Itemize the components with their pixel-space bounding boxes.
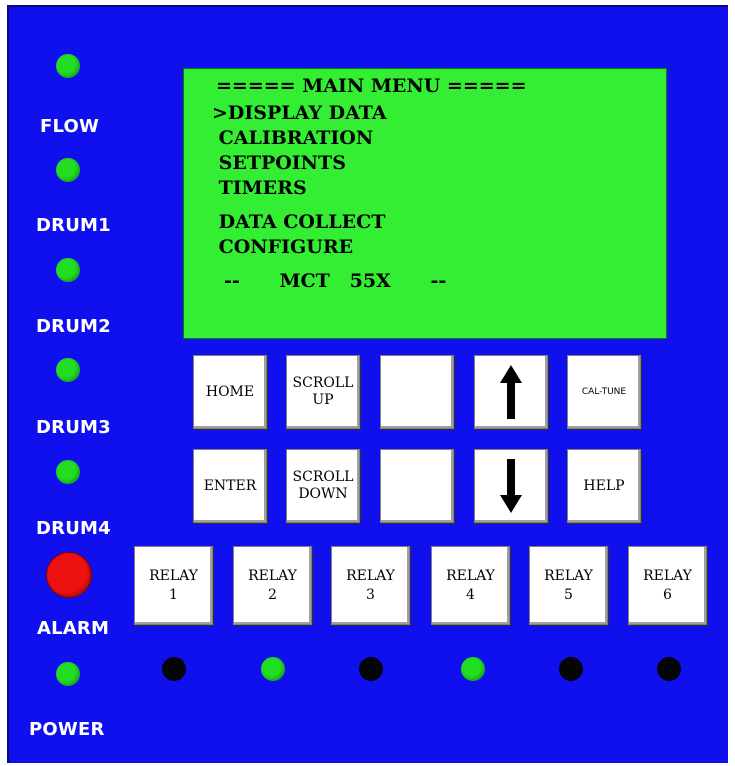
drum3-label: DRUM3 <box>36 417 111 438</box>
enter-button-label: ENTER <box>203 477 257 494</box>
help-button[interactable]: HELP <box>567 449 641 523</box>
flow-label: FLOW <box>40 116 100 137</box>
drum2-led-indicator <box>56 258 80 282</box>
relay-5-number: 5 <box>564 586 573 603</box>
cal-tune-button[interactable]: CAL-TUNE <box>567 355 641 429</box>
help-button-label: HELP <box>583 477 625 494</box>
blank-key-2[interactable] <box>380 449 454 523</box>
relay-2-button[interactable]: RELAY 2 <box>233 546 312 625</box>
scroll-up-label-line1: SCROLL <box>292 375 354 392</box>
scroll-down-label-line1: SCROLL <box>292 469 354 486</box>
relay-4-label: RELAY <box>446 567 495 584</box>
relay-4-indicator-led <box>461 657 485 681</box>
home-button-label: HOME <box>205 383 255 400</box>
down-arrow-button[interactable] <box>474 449 548 523</box>
relay-3-number: 3 <box>366 586 375 603</box>
lcd-menu-item-display-data: >DISPLAY DATA <box>212 102 387 124</box>
cal-tune-button-label: CAL-TUNE <box>581 386 627 397</box>
lcd-menu-item-configure: CONFIGURE <box>212 236 354 258</box>
relay-6-number: 6 <box>663 586 672 603</box>
relay-2-label: RELAY <box>248 567 297 584</box>
relay-1-button[interactable]: RELAY 1 <box>134 546 213 625</box>
scroll-up-button[interactable]: SCROLL UP <box>286 355 360 429</box>
drum4-led-indicator <box>56 460 80 484</box>
scroll-up-button-label: SCROLL UP <box>293 375 354 409</box>
relay-6-button[interactable]: RELAY 6 <box>628 546 707 625</box>
relay-5-label: RELAY <box>544 567 593 584</box>
relay-6-indicator-led <box>657 657 681 681</box>
scroll-down-button[interactable]: SCROLL DOWN <box>286 449 360 523</box>
relay-6-label: RELAY <box>643 567 692 584</box>
up-arrow-icon <box>500 365 522 419</box>
up-arrow-button[interactable] <box>474 355 548 429</box>
relay-2-indicator-led <box>261 657 285 681</box>
relay-5-indicator-led <box>559 657 583 681</box>
relay-1-indicator-led <box>162 657 186 681</box>
lcd-menu-item-setpoints: SETPOINTS <box>212 152 346 174</box>
alarm-label: ALARM <box>37 618 110 639</box>
enter-button[interactable]: ENTER <box>193 449 267 523</box>
relay-4-button[interactable]: RELAY 4 <box>431 546 510 625</box>
relay-1-label: RELAY <box>149 567 198 584</box>
lcd-footer: -- MCT 55X -- <box>224 270 447 292</box>
power-led-indicator <box>56 662 80 686</box>
drum1-led-indicator <box>56 158 80 182</box>
drum2-label: DRUM2 <box>36 316 111 337</box>
lcd-title: ===== MAIN MENU ===== <box>216 75 527 97</box>
lcd-menu-item-timers: TIMERS <box>212 177 307 199</box>
relay-3-button[interactable]: RELAY 3 <box>331 546 410 625</box>
relay-3-indicator-led <box>359 657 383 681</box>
down-arrow-icon <box>500 459 522 513</box>
power-label: POWER <box>29 719 105 740</box>
scroll-down-label-line2: DOWN <box>298 486 348 502</box>
relay-1-number: 1 <box>169 586 178 603</box>
drum4-label: DRUM4 <box>36 518 111 539</box>
drum3-led-indicator <box>56 358 80 382</box>
lcd-menu-item-data-collect: DATA COLLECT <box>212 211 386 233</box>
lcd-display: ===== MAIN MENU ===== >DISPLAY DATA CALI… <box>183 68 667 339</box>
home-button[interactable]: HOME <box>193 355 267 429</box>
relay-2-number: 2 <box>268 586 277 603</box>
scroll-up-label-line2: UP <box>312 392 334 408</box>
drum1-label: DRUM1 <box>36 215 111 236</box>
relay-3-label: RELAY <box>346 567 395 584</box>
scroll-down-button-label: SCROLL DOWN <box>293 469 354 503</box>
relay-5-button[interactable]: RELAY 5 <box>529 546 608 625</box>
flow-led-indicator <box>56 54 80 78</box>
blank-key-1[interactable] <box>380 355 454 429</box>
alarm-led-indicator <box>46 552 92 598</box>
relay-4-number: 4 <box>466 586 475 603</box>
lcd-menu-item-calibration: CALIBRATION <box>212 127 374 149</box>
